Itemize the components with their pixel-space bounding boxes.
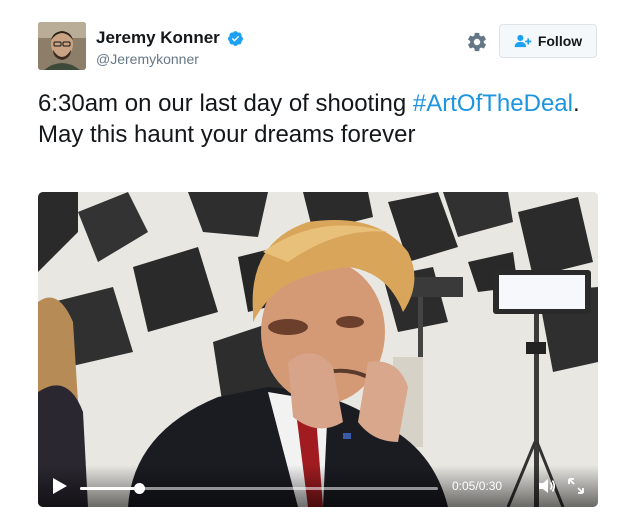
hashtag-link[interactable]: #ArtOfTheDeal (413, 90, 573, 117)
tweet-text-before: 6:30am on our last day of shooting (38, 90, 413, 117)
add-user-icon (514, 34, 532, 48)
avatar[interactable] (38, 22, 86, 70)
handle[interactable]: @Jeremykonner (96, 50, 244, 68)
video-frame (38, 192, 598, 507)
time-display: 0:05/0:30 (452, 479, 502, 493)
video-controls: 0:05/0:30 (38, 465, 598, 507)
tweet-header: Jeremy Konner @Jeremykonner Follow (38, 22, 598, 72)
tweet-text: 6:30am on our last day of shooting #ArtO… (38, 88, 598, 150)
verified-badge-icon (228, 30, 244, 46)
follow-label: Follow (537, 33, 583, 49)
current-time: 0:05 (452, 479, 476, 493)
fullscreen-icon[interactable] (568, 478, 584, 494)
progress-bar[interactable] (80, 483, 438, 494)
gear-icon[interactable] (466, 31, 488, 53)
display-name[interactable]: Jeremy Konner (96, 27, 220, 49)
follow-button[interactable]: Follow (499, 24, 597, 58)
video-player[interactable]: 0:05/0:30 (38, 192, 598, 507)
progress-fill (80, 487, 140, 490)
progress-scrubber[interactable] (134, 483, 146, 494)
duration: 0:30 (478, 479, 503, 493)
volume-icon[interactable] (538, 478, 556, 494)
play-icon[interactable] (52, 477, 68, 495)
